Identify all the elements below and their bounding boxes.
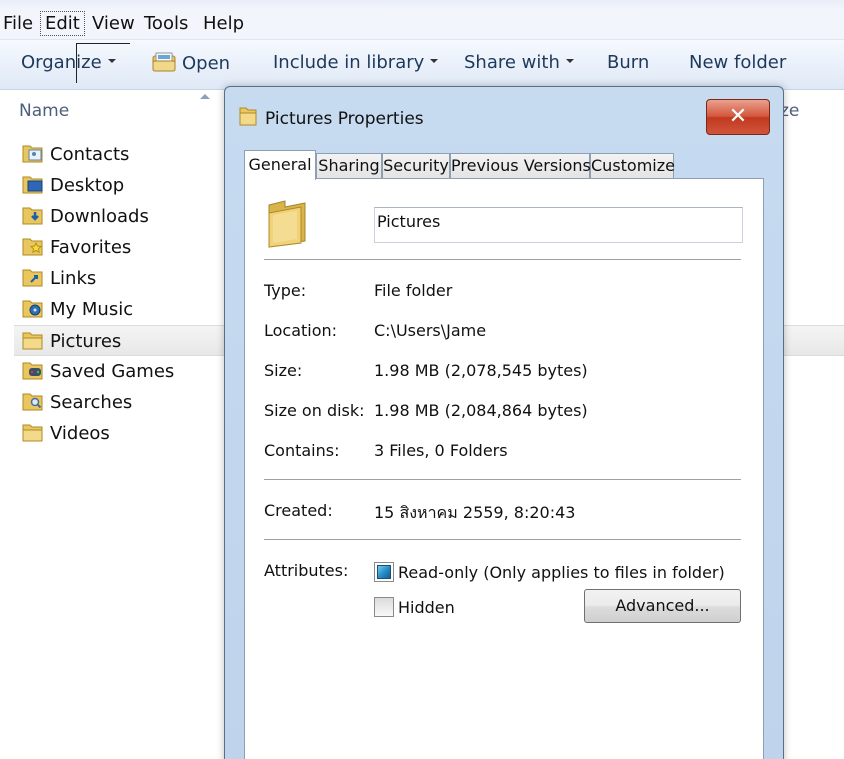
location-label: Location:: [264, 321, 338, 340]
searches-folder-icon: [22, 393, 43, 411]
desktop-folder-icon: [22, 176, 43, 194]
list-item-label: Links: [50, 268, 97, 289]
list-item-label: My Music: [50, 299, 134, 320]
menu-edit[interactable]: Edit: [40, 11, 85, 36]
tab-customize[interactable]: Customize: [590, 153, 675, 179]
readonly-label[interactable]: Read-only (Only applies to files in fold…: [398, 563, 725, 582]
attributes-label: Attributes:: [264, 561, 349, 580]
chevron-down-icon: [565, 59, 574, 63]
location-value: C:\Users\Jame: [374, 321, 487, 340]
size-value: 1.98 MB (2,078,545 bytes): [374, 361, 588, 380]
type-label: Type:: [264, 281, 307, 300]
burn-button[interactable]: Burn: [607, 52, 649, 73]
close-button[interactable]: ✕: [706, 99, 770, 135]
tab-general[interactable]: General: [244, 150, 316, 180]
type-value: File folder: [374, 281, 453, 300]
dialog-title: Pictures Properties: [265, 109, 424, 129]
advanced-button[interactable]: Advanced...: [584, 589, 741, 623]
favorites-folder-icon: [22, 238, 43, 256]
contains-label: Contains:: [264, 441, 340, 460]
tab-previous-versions[interactable]: Previous Versions: [450, 153, 591, 179]
share-with-label: Share with: [464, 52, 560, 73]
divider: [264, 539, 741, 540]
menu-help[interactable]: Help: [203, 13, 244, 34]
include-in-library-label: Include in library: [273, 52, 425, 73]
sort-up-icon: [200, 94, 210, 99]
new-folder-button[interactable]: New folder: [689, 52, 786, 73]
folder-icon: [239, 107, 257, 126]
menu-tools[interactable]: Tools: [144, 13, 188, 34]
contains-value: 3 Files, 0 Folders: [374, 441, 508, 460]
open-label: Open: [182, 53, 231, 74]
folder-icon: [22, 332, 43, 350]
menu-bar: File Edit View Tools Help: [0, 0, 844, 40]
links-folder-icon: [22, 269, 43, 287]
saved-games-folder-icon: [22, 362, 43, 380]
column-header-name[interactable]: Name: [19, 101, 69, 121]
include-in-library-button[interactable]: Include in library: [273, 52, 439, 73]
title-strip: [0, 0, 844, 10]
list-item-label: Pictures: [50, 331, 122, 352]
menu-view[interactable]: View: [92, 13, 135, 34]
size-on-disk-value: 1.98 MB (2,084,864 bytes): [374, 401, 588, 420]
hidden-label[interactable]: Hidden: [398, 598, 455, 617]
focus-indicator: [76, 43, 130, 44]
menu-file[interactable]: File: [3, 13, 33, 34]
divider: [264, 479, 741, 480]
divider: [264, 259, 741, 260]
tab-sharing[interactable]: Sharing: [316, 153, 382, 179]
open-icon: [152, 52, 176, 72]
close-icon: ✕: [728, 104, 748, 129]
general-tab-panel: Pictures Type: File folder Location: C:\…: [244, 178, 764, 759]
folder-icon: [22, 424, 43, 442]
organize-button[interactable]: Organize: [21, 52, 116, 73]
folder-icon: [268, 200, 306, 248]
list-item-label: Saved Games: [50, 361, 175, 382]
hidden-checkbox[interactable]: [374, 597, 394, 617]
organize-label: Organize: [21, 52, 102, 73]
chevron-down-icon: [430, 59, 439, 63]
chevron-down-icon: [107, 59, 116, 63]
properties-dialog: Pictures Properties ✕ General Sharing Se…: [224, 86, 784, 759]
indeterminate-mark: [377, 565, 391, 579]
command-bar: Organize Open Include in library Share w…: [0, 40, 844, 90]
share-with-button[interactable]: Share with: [464, 52, 574, 73]
list-item-label: Videos: [50, 423, 110, 444]
music-folder-icon: [22, 300, 43, 318]
downloads-folder-icon: [22, 207, 43, 225]
tab-security[interactable]: Security: [382, 153, 450, 179]
list-item-label: Desktop: [50, 175, 125, 196]
readonly-checkbox[interactable]: [374, 562, 394, 582]
size-label: Size:: [264, 361, 303, 380]
contacts-folder-icon: [22, 145, 43, 163]
list-item-label: Contacts: [50, 144, 130, 165]
size-on-disk-label: Size on disk:: [264, 401, 365, 420]
created-label: Created:: [264, 501, 333, 520]
open-button[interactable]: Open: [152, 52, 230, 74]
focus-indicator: [76, 43, 77, 83]
folder-name-field[interactable]: Pictures: [374, 207, 743, 243]
list-item-label: Downloads: [50, 206, 149, 227]
created-value: 15 สิงหาคม 2559, 8:20:43: [374, 503, 576, 522]
list-item-label: Favorites: [50, 237, 132, 258]
list-item-label: Searches: [50, 392, 133, 413]
